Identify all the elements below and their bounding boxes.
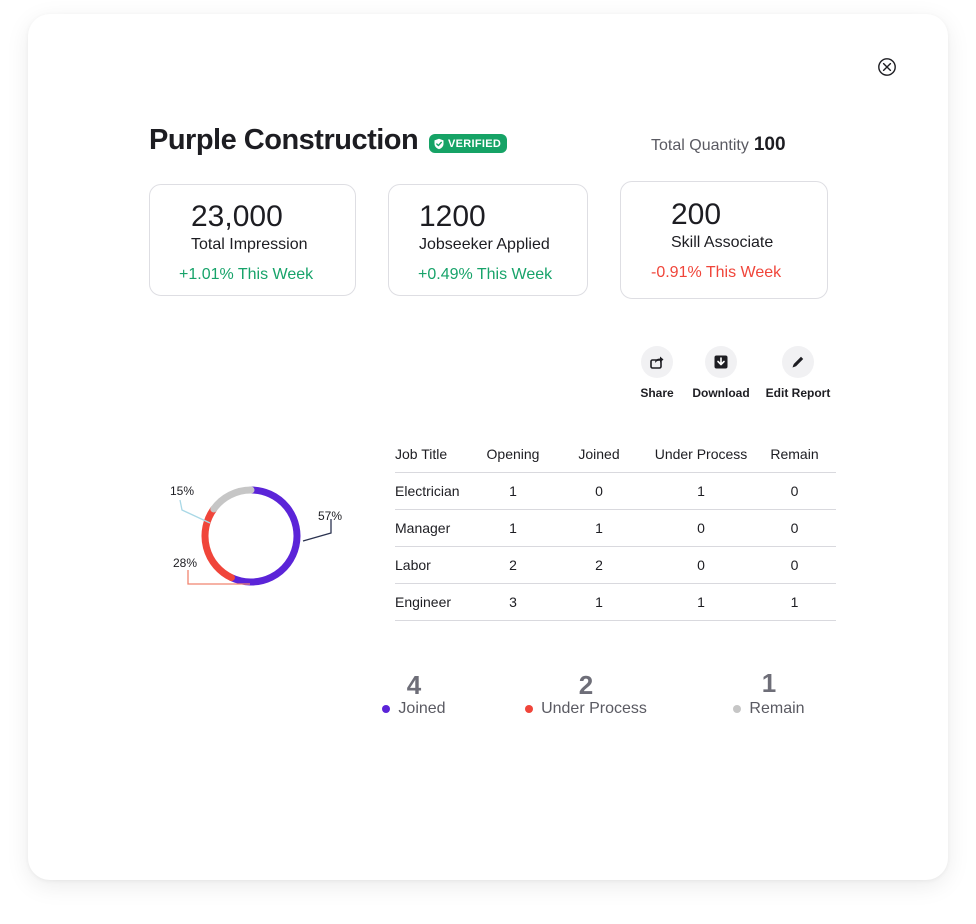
- table-cell: Electrician: [395, 472, 477, 510]
- column-header: Opening: [477, 436, 549, 473]
- table-cell: 0: [753, 472, 836, 510]
- legend-dot-joined: [382, 705, 391, 713]
- legend-dot-under-process: [525, 705, 534, 713]
- stat-card-skill-associate: 200 Skill Associate -0.91% This Week: [620, 181, 828, 299]
- table-cell: 0: [549, 472, 649, 510]
- table-cell: Manager: [395, 509, 477, 547]
- summary-value: 2: [578, 670, 594, 700]
- donut-label-28: 28%: [173, 556, 197, 570]
- table-cell: 2: [549, 546, 649, 584]
- column-header: Remain: [753, 436, 836, 473]
- table-cell: 1: [549, 509, 649, 547]
- donut-segment-15: [210, 486, 255, 513]
- summary-label: Remain: [749, 700, 805, 717]
- table-cell: Engineer: [395, 583, 477, 621]
- stat-change: -0.91% This Week: [651, 264, 782, 281]
- stat-change: +0.49% This Week: [418, 266, 553, 283]
- table-cell: 1: [649, 472, 753, 510]
- summary-remain: 1 Remain: [730, 668, 808, 718]
- table-header-row: Job Title Opening Joined Under Process R…: [395, 436, 836, 473]
- summary-value: 1: [761, 668, 777, 698]
- column-header: Under Process: [649, 436, 753, 473]
- jobs-table: Job Title Opening Joined Under Process R…: [395, 436, 836, 621]
- table-cell: 0: [753, 546, 836, 584]
- total-quantity-label: Total Quantity: [651, 137, 749, 154]
- table-cell: 3: [477, 583, 549, 621]
- table-cell: 2: [477, 546, 549, 584]
- stat-label: Jobseeker Applied: [419, 236, 550, 253]
- edit-report-label: Edit Report: [765, 386, 831, 400]
- table-row: Electrician 1 0 1 0: [395, 472, 836, 510]
- share-label: Share: [640, 386, 674, 400]
- donut-label-15: 15%: [170, 484, 194, 498]
- summary-label: Joined: [398, 700, 446, 717]
- total-quantity-value: 100: [753, 134, 786, 155]
- stat-value: 200: [671, 198, 722, 231]
- distribution-donut-chart: 15% 57% 28%: [170, 484, 342, 586]
- table-row: Labor 2 2 0 0: [395, 546, 836, 584]
- summary-value: 4: [406, 670, 422, 700]
- close-icon: [878, 58, 896, 76]
- table-cell: 1: [549, 583, 649, 621]
- download-label: Download: [692, 386, 750, 400]
- edit-report-button[interactable]: Edit Report: [764, 346, 832, 400]
- shield-check-icon: [434, 138, 444, 149]
- summary-under-process: 2 Under Process: [520, 670, 652, 718]
- table-cell: 1: [649, 583, 753, 621]
- close-button[interactable]: [877, 57, 897, 77]
- stat-label: Skill Associate: [671, 234, 774, 251]
- table-cell: 1: [753, 583, 836, 621]
- stat-label: Total Impression: [191, 236, 308, 253]
- table-row: Manager 1 1 0 0: [395, 509, 836, 547]
- stat-value: 1200: [419, 200, 486, 233]
- table-cell: 1: [477, 509, 549, 547]
- summary-label: Under Process: [541, 700, 647, 717]
- donut-label-57: 57%: [318, 509, 342, 523]
- stat-card-jobseeker: 1200 Jobseeker Applied +0.49% This Week: [388, 184, 588, 296]
- table-cell: 0: [753, 509, 836, 547]
- company-title: Purple Construction: [149, 124, 419, 156]
- stat-change: +1.01% This Week: [179, 266, 314, 283]
- download-button[interactable]: Download: [690, 346, 752, 400]
- table-cell: 0: [649, 546, 753, 584]
- download-icon: [714, 355, 728, 369]
- verified-badge: VERIFIED: [429, 134, 508, 153]
- share-icon: [650, 356, 664, 369]
- donut-segment-57: [227, 486, 301, 586]
- legend-dot-remain: [733, 705, 742, 713]
- column-header: Job Title: [395, 436, 477, 473]
- table-cell: 1: [477, 472, 549, 510]
- table-cell: 0: [649, 509, 753, 547]
- donut-segment-28: [201, 505, 235, 582]
- pencil-icon: [792, 356, 804, 368]
- column-header: Joined: [549, 436, 649, 473]
- share-button[interactable]: Share: [637, 346, 677, 400]
- table-cell: Labor: [395, 546, 477, 584]
- verified-label: VERIFIED: [448, 137, 502, 150]
- stat-value: 23,000: [191, 200, 283, 233]
- table-row: Engineer 3 1 1 1: [395, 583, 836, 621]
- stat-card-impression: 23,000 Total Impression +1.01% This Week: [149, 184, 356, 296]
- summary-joined: 4 Joined: [368, 670, 460, 718]
- total-quantity: Total Quantity 100: [651, 134, 786, 156]
